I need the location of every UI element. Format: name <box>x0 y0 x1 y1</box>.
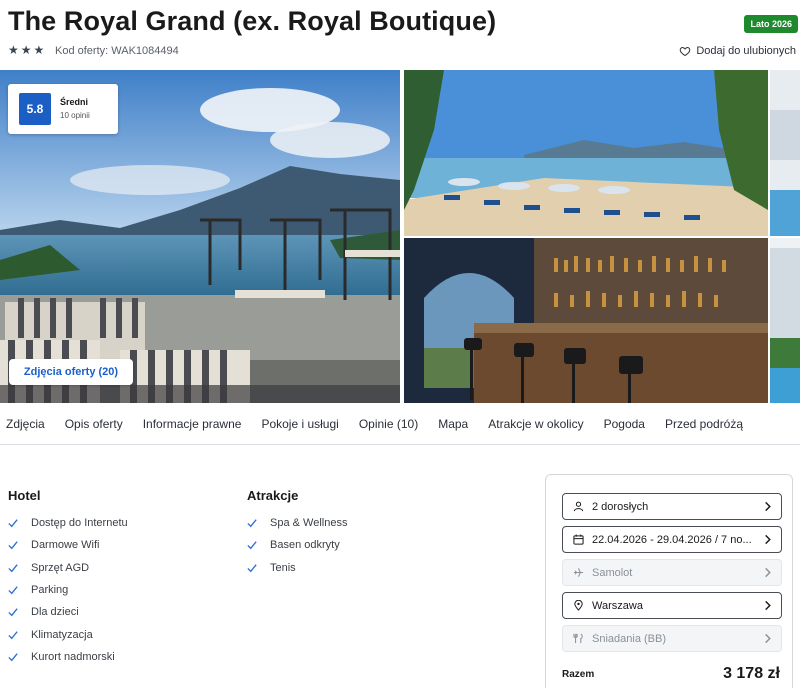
check-icon <box>8 541 18 550</box>
star-icon: ★ <box>20 43 32 57</box>
chevron-right-icon <box>765 534 771 545</box>
gallery-photo-extra[interactable] <box>770 70 800 236</box>
list-item: Klimatyzacja <box>8 623 128 645</box>
offer-code: Kod oferty: WAK1084494 <box>55 45 179 57</box>
check-icon <box>8 563 18 573</box>
tab-reviews[interactable]: Opinie (10) <box>359 417 418 431</box>
star-icon: ★ <box>8 43 19 57</box>
check-icon <box>8 630 18 639</box>
add-to-favorites-button[interactable]: Dodaj do ulubionych <box>679 45 796 57</box>
tab-map[interactable]: Mapa <box>438 417 468 431</box>
dates-value: 22.04.2026 - 29.04.2026 / 7 no... <box>592 533 752 546</box>
total-price: 3 178 zł <box>723 665 780 682</box>
board-select[interactable]: Śniadania (BB) <box>562 625 782 652</box>
photo-gallery: 5.8 Średni 10 opinii Zdjęcia oferty (20) <box>0 70 800 403</box>
tab-legal-info[interactable]: Informacje prawne <box>143 417 242 431</box>
rating-card[interactable]: 5.8 Średni 10 opinii <box>8 84 118 134</box>
chevron-right-icon <box>765 567 771 578</box>
list-item: Basen odkryty <box>247 534 347 556</box>
check-icon <box>247 563 257 573</box>
departure-select[interactable]: Warszawa <box>562 592 782 619</box>
gallery-main-photo[interactable]: 5.8 Średni 10 opinii Zdjęcia oferty (20) <box>0 70 400 403</box>
offer-photos-button[interactable]: Zdjęcia oferty (20) <box>9 359 133 385</box>
tab-nearby-attractions[interactable]: Atrakcje w okolicy <box>488 417 583 431</box>
board-value: Śniadania (BB) <box>592 632 666 645</box>
heart-icon <box>680 46 691 57</box>
rating-count: 10 opinii <box>60 111 90 120</box>
location-pin-icon <box>574 600 583 611</box>
list-item: Sprzęt AGD <box>8 557 128 579</box>
check-icon <box>247 519 257 528</box>
offer-nav-tabs: Zdjęcia Opis oferty Informacje prawne Po… <box>0 403 800 445</box>
list-item: Dostęp do Internetu <box>8 512 128 534</box>
gallery-photo-extra[interactable] <box>770 238 800 403</box>
chevron-right-icon <box>765 633 771 644</box>
hotel-features-list: Dostęp do Internetu Darmowe Wifi Sprzęt … <box>8 512 128 668</box>
list-item: Spa & Wellness <box>247 512 347 534</box>
departure-value: Warszawa <box>592 599 643 612</box>
transport-value: Samolot <box>592 566 633 579</box>
chevron-right-icon <box>765 600 771 611</box>
tab-before-travel[interactable]: Przed podróżą <box>665 417 743 431</box>
calendar-icon <box>573 534 584 545</box>
hotel-features-title: Hotel <box>8 488 41 503</box>
hotel-title: The Royal Grand (ex. Royal Boutique) <box>8 6 497 36</box>
attractions-title: Atrakcje <box>247 488 299 503</box>
tab-weather[interactable]: Pogoda <box>604 417 645 431</box>
check-icon <box>8 653 18 662</box>
list-item: Tenis <box>247 557 347 579</box>
gallery-photo-bar[interactable] <box>404 238 768 403</box>
chevron-right-icon <box>765 501 771 512</box>
total-label: Razem <box>562 669 595 680</box>
list-item: Dla dzieci <box>8 601 128 623</box>
tab-photos[interactable]: Zdjęcia <box>6 417 45 431</box>
user-icon <box>573 501 584 512</box>
season-badge: Lato 2026 <box>744 15 798 33</box>
tab-offer-description[interactable]: Opis oferty <box>65 417 123 431</box>
rating-label: Średni <box>60 97 89 107</box>
gallery-photo-beach[interactable] <box>404 70 768 236</box>
star-icon: ★ <box>33 43 45 57</box>
check-icon <box>8 586 18 595</box>
cutlery-icon <box>573 633 583 644</box>
list-item: Darmowe Wifi <box>8 534 128 556</box>
booking-panel: 2 dorosłych 22.04.2026 - 29.04.2026 / 7 … <box>545 474 793 688</box>
check-icon <box>247 541 257 550</box>
dates-select[interactable]: 22.04.2026 - 29.04.2026 / 7 no... <box>562 526 782 553</box>
attractions-list: Spa & Wellness Basen odkryty Tenis <box>247 512 347 579</box>
transport-select[interactable]: Samolot <box>562 559 782 586</box>
list-item: Parking <box>8 579 128 601</box>
travelers-value: 2 dorosłych <box>592 500 649 513</box>
travelers-select[interactable]: 2 dorosłych <box>562 493 782 520</box>
favorite-label: Dodaj do ulubionych <box>696 45 796 57</box>
rating-score: 5.8 <box>19 93 51 125</box>
plane-icon <box>573 568 584 577</box>
list-item: Kurort nadmorski <box>8 646 128 668</box>
check-icon <box>8 519 18 528</box>
tab-rooms-services[interactable]: Pokoje i usługi <box>261 417 338 431</box>
check-icon <box>8 608 18 617</box>
hotel-stars: ★ ★ ★ <box>8 44 44 56</box>
